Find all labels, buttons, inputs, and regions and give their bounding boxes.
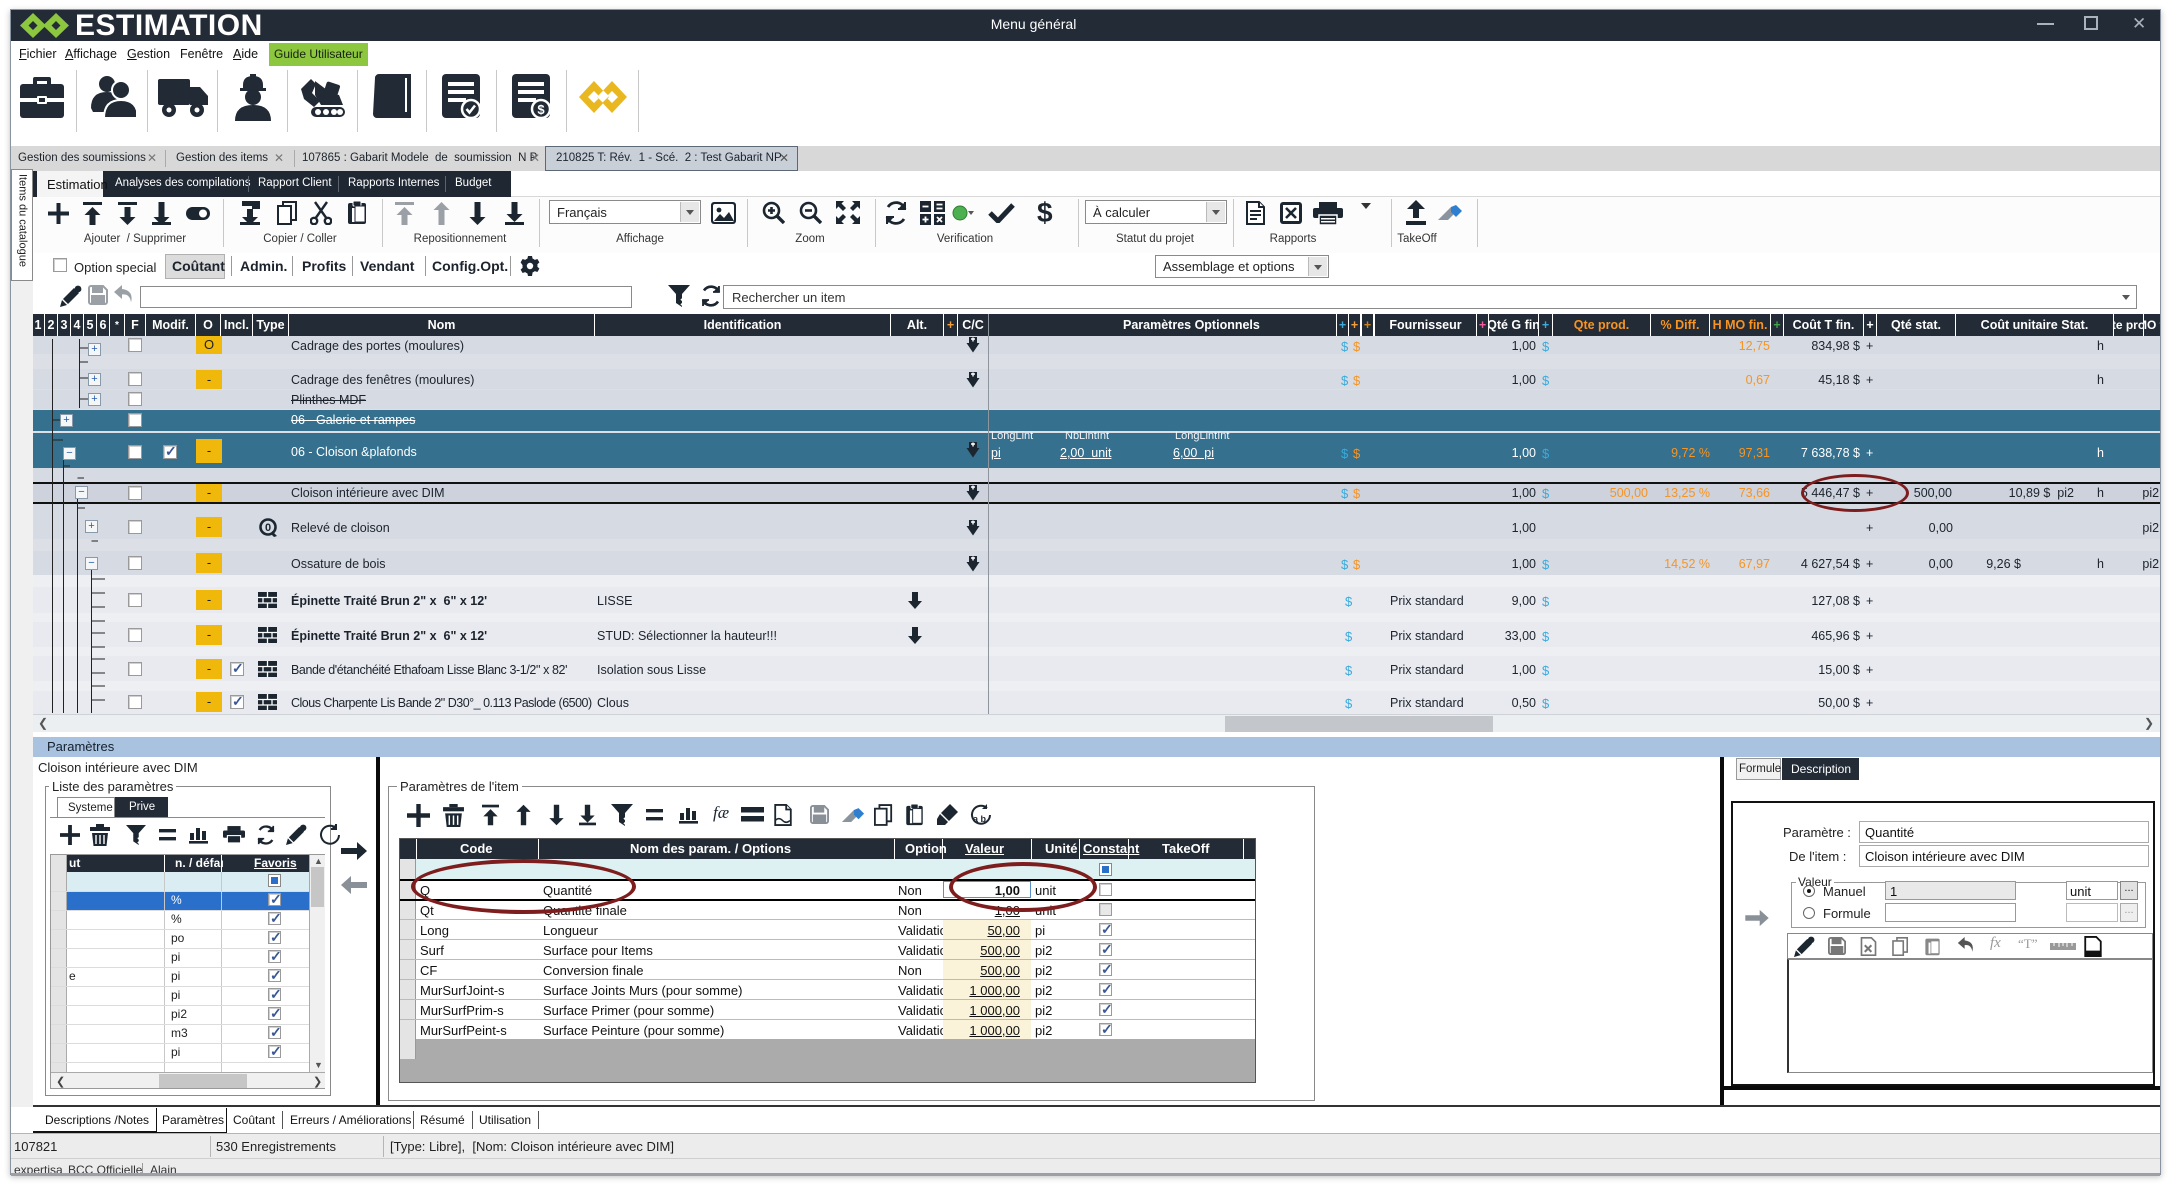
svg-text:a b: a b	[973, 814, 987, 824]
svg-text:0: 0	[265, 522, 271, 534]
svg-text:$: $	[537, 102, 545, 117]
